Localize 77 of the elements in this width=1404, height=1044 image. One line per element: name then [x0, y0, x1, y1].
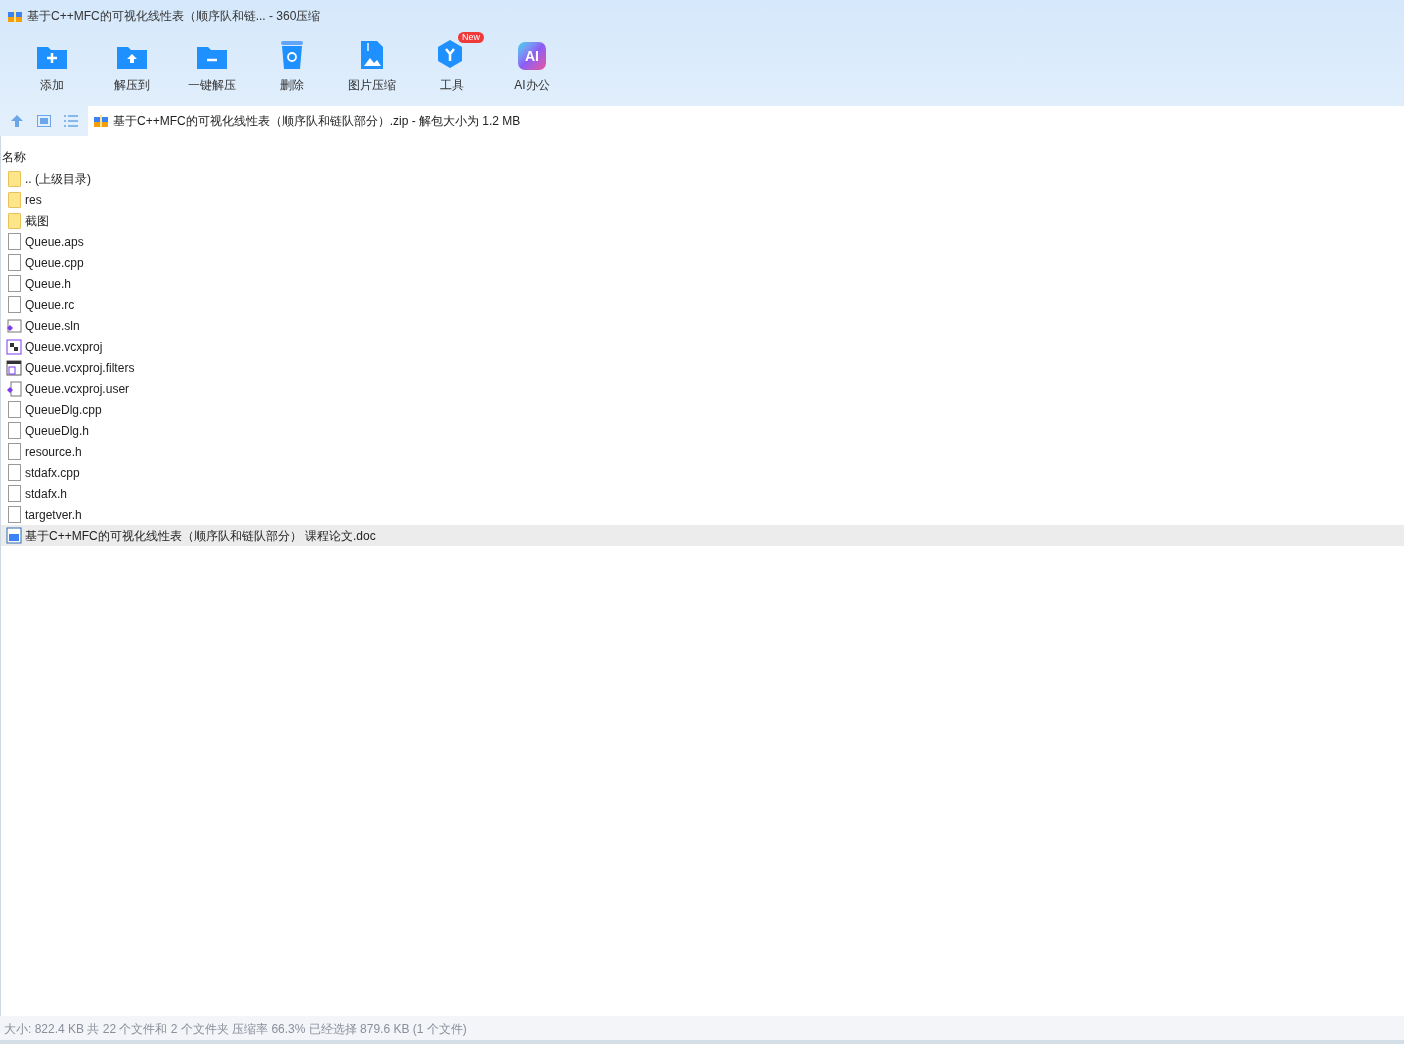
list-view-icon[interactable] — [63, 115, 78, 127]
file-name: .. (上级目录) — [25, 170, 91, 188]
file-row[interactable]: Queue.vcxproj — [1, 336, 1404, 357]
toolbar-button[interactable]: 添加 — [12, 32, 92, 96]
file-row[interactable]: 截图 — [1, 210, 1404, 231]
recycle-bin-icon — [279, 40, 305, 70]
folder-icon — [7, 191, 21, 208]
file-row[interactable]: 基于C++MFC的可视化线性表（顺序队和链队部分） 课程论文.doc — [1, 525, 1404, 546]
file-name: targetver.h — [25, 506, 82, 524]
solution-file-icon — [6, 317, 22, 334]
file-name: QueueDlg.h — [25, 422, 90, 440]
toolbar-button[interactable]: AI AI办公 — [492, 32, 572, 96]
file-row[interactable]: Queue.vcxproj.user — [1, 378, 1404, 399]
file-icon — [7, 233, 21, 250]
file-name: Queue.h — [25, 275, 72, 293]
file-row[interactable]: stdafx.cpp — [1, 462, 1404, 483]
up-arrow-icon[interactable] — [10, 114, 25, 128]
archive-icon — [7, 8, 23, 24]
file-name: stdafx.cpp — [25, 464, 80, 482]
file-row[interactable]: stdafx.h — [1, 483, 1404, 504]
address-bar[interactable]: 基于C++MFC的可视化线性表（顺序队和链队部分）.zip - 解包大小为 1.2 MB — [88, 106, 1404, 136]
toolbar-button[interactable]: New 工具 — [412, 32, 492, 96]
file-icon — [7, 506, 21, 523]
file-row[interactable]: targetver.h — [1, 504, 1404, 525]
thumbnail-view-icon[interactable] — [37, 115, 51, 127]
word-document-icon — [6, 527, 22, 544]
file-name: Queue.rc — [25, 296, 75, 314]
folder-upload-icon — [116, 44, 148, 70]
file-icon — [7, 254, 21, 271]
status-text: 大小: 822.4 KB 共 22 个文件和 2 个文件夹 压缩率 66.3% 已经选择 879.6 KB (1 个文件) — [4, 1021, 467, 1038]
project-file-icon — [6, 338, 22, 355]
file-row[interactable]: .. (上级目录) — [1, 168, 1404, 189]
file-name: resource.h — [25, 443, 82, 461]
file-row[interactable]: resource.h — [1, 441, 1404, 462]
folder-icon — [7, 212, 21, 229]
filter-file-icon — [6, 359, 22, 376]
file-row[interactable]: QueueDlg.h — [1, 420, 1404, 441]
file-row[interactable]: Queue.sln — [1, 315, 1404, 336]
ai-logo-icon: AI — [518, 42, 546, 70]
folder-icon — [7, 170, 21, 187]
toolbar-button[interactable]: 一键解压 — [172, 32, 252, 96]
file-name: 基于C++MFC的可视化线性表（顺序队和链队部分） 课程论文.doc — [25, 527, 376, 545]
file-row[interactable]: res — [1, 189, 1404, 210]
file-name: res — [25, 191, 42, 209]
file-name: Queue.vcxproj — [25, 338, 103, 356]
file-row[interactable]: Queue.cpp — [1, 252, 1404, 273]
file-row[interactable]: Queue.h — [1, 273, 1404, 294]
file-row[interactable]: Queue.rc — [1, 294, 1404, 315]
file-row[interactable]: QueueDlg.cpp — [1, 399, 1404, 420]
file-name: Queue.vcxproj.user — [25, 380, 130, 398]
file-name: Queue.sln — [25, 317, 80, 335]
file-icon — [7, 443, 21, 460]
toolbar-button[interactable]: 图片压缩 — [332, 32, 412, 96]
window-title: 基于C++MFC的可视化线性表（顺序队和链... - 360压缩 — [27, 8, 321, 25]
file-name: Queue.aps — [25, 233, 84, 251]
file-row[interactable]: Queue.aps — [1, 231, 1404, 252]
file-icon — [7, 296, 21, 313]
toolbar-button[interactable]: 删除 — [252, 32, 332, 96]
file-icon — [7, 464, 21, 481]
new-badge: New — [458, 32, 484, 43]
file-name: QueueDlg.cpp — [25, 401, 102, 419]
image-file-icon — [359, 40, 385, 70]
user-file-icon — [6, 380, 22, 397]
archive-icon — [93, 113, 109, 129]
file-icon — [7, 422, 21, 439]
file-icon — [7, 485, 21, 502]
file-icon — [7, 401, 21, 418]
file-name: Queue.cpp — [25, 254, 84, 272]
file-name: Queue.vcxproj.filters — [25, 359, 135, 377]
folder-minus-icon — [196, 44, 228, 70]
file-icon — [7, 275, 21, 292]
file-row[interactable]: Queue.vcxproj.filters — [1, 357, 1404, 378]
toolbar-button[interactable]: 解压到 — [92, 32, 172, 96]
file-name: 截图 — [25, 212, 49, 230]
folder-plus-icon — [36, 44, 68, 70]
column-header[interactable]: 名称 — [1, 148, 26, 166]
file-name: stdafx.h — [25, 485, 68, 503]
